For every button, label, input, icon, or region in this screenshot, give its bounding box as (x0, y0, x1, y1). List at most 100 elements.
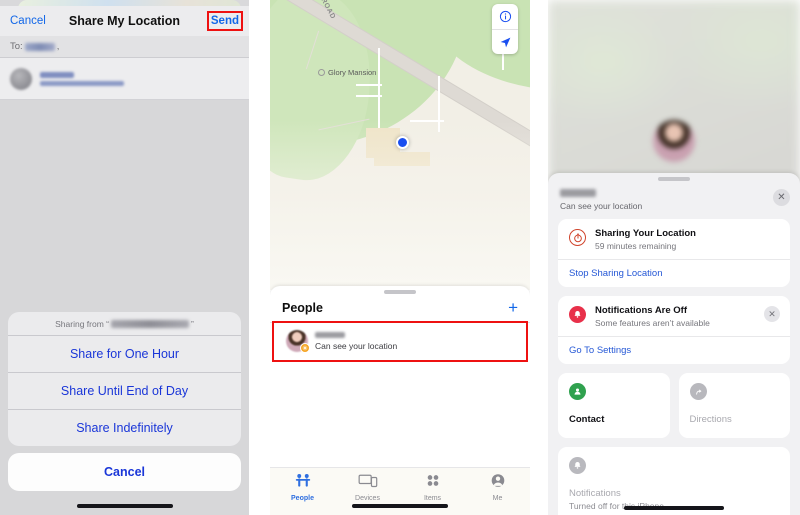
contact-person-icon (569, 383, 586, 400)
close-icon[interactable]: ✕ (773, 189, 790, 206)
tab-me[interactable]: Me (465, 473, 530, 502)
notifications-label: Notifications (569, 488, 621, 499)
people-title: People (282, 300, 323, 315)
add-person-button[interactable]: + (508, 299, 518, 316)
share-location-navbar: Cancel Share My Location Send (0, 6, 249, 36)
locate-arrow-icon (500, 37, 510, 47)
location-glyph-icon (302, 345, 308, 351)
sharing-location-text: Sharing Your Location 59 minutes remaini… (595, 228, 696, 251)
person-status: Can see your location (560, 201, 643, 211)
action-sheet-header: Sharing from “ ” (8, 312, 241, 336)
list-item-person[interactable]: Can see your location (272, 321, 528, 362)
directions-arrow-icon (689, 383, 707, 400)
notifications-off-text: Notifications Are Off Some features aren… (595, 305, 710, 328)
action-sheet-cancel-button[interactable]: Cancel (8, 453, 241, 491)
avatar (653, 120, 695, 162)
to-label: To: (10, 41, 23, 52)
tab-people-label: People (291, 495, 314, 502)
action-sheet-group: Sharing from “ ” Share for One Hour Shar… (8, 312, 241, 446)
notifications-settings-card[interactable]: Notifications Turned off for this iPhone (558, 447, 790, 515)
bell-outline-icon (569, 457, 586, 474)
tab-me-label: Me (492, 495, 503, 502)
directions-tile-label: Directions (689, 414, 732, 425)
detail-header: Can see your location ✕ (548, 181, 800, 219)
me-icon (491, 474, 504, 487)
person-name-redacted (315, 331, 345, 338)
contact-text-redacted (40, 71, 124, 86)
tab-items-label: Items (423, 495, 442, 502)
share-end-of-day-option[interactable]: Share Until End of Day (8, 373, 241, 410)
stop-sharing-location-button[interactable]: Stop Sharing Location (558, 259, 790, 287)
share-one-hour-option[interactable]: Share for One Hour (8, 336, 241, 373)
home-indicator (624, 506, 724, 510)
home-indicator (352, 504, 448, 508)
poi-marker-icon (318, 69, 325, 76)
map-street-2 (356, 84, 382, 86)
contact-detail-redacted (40, 80, 124, 86)
directions-tile[interactable]: Directions (678, 373, 790, 438)
stopwatch-icon (569, 229, 586, 246)
sharing-location-title: Sharing Your Location (595, 228, 696, 239)
recipient-token-redacted (24, 42, 55, 51)
tab-devices[interactable]: Devices (335, 473, 400, 502)
map-poi-glory-mansion[interactable]: Glory Mansion (318, 68, 376, 77)
shared-location-badge-icon (300, 343, 310, 353)
panel-share-my-location: Cancel Share My Location Send To: , Shar… (0, 0, 249, 515)
contact-suggestion-row[interactable] (0, 58, 249, 100)
send-button[interactable]: Send (206, 11, 244, 31)
detail-sheet: Can see your location ✕ Sharing Your Loc… (548, 173, 800, 515)
action-tiles: Contact Directions (558, 373, 790, 438)
bell-icon (569, 306, 586, 323)
go-to-settings-button[interactable]: Go To Settings (558, 336, 790, 364)
sharing-location-subtitle: 59 minutes remaining (595, 241, 677, 251)
people-icon (295, 474, 310, 487)
map-controls (492, 4, 518, 54)
map-locate-button[interactable] (492, 29, 518, 54)
user-location-dot (396, 136, 409, 149)
recipient-field[interactable]: To: , (0, 36, 249, 58)
contact-tile-label: Contact (569, 414, 605, 425)
notifications-off-row: Notifications Are Off Some features aren… (558, 296, 790, 336)
sharing-location-card: Sharing Your Location 59 minutes remaini… (558, 219, 790, 287)
person-text: Can see your location (315, 331, 398, 351)
info-icon (499, 10, 511, 23)
contact-tile[interactable]: Contact (558, 373, 670, 438)
map-view[interactable]: F ROAD Glory Mansion (270, 0, 530, 290)
arrow-turn-glyph (695, 389, 701, 395)
bell-glyph (574, 310, 581, 318)
avatar (10, 67, 32, 90)
bell-outline-glyph (574, 461, 581, 469)
share-indefinitely-option[interactable]: Share Indefinitely (8, 410, 241, 446)
map-street-1 (378, 48, 380, 128)
notifications-off-subtitle: Some features aren’t available (595, 318, 710, 328)
tab-people[interactable]: People (270, 473, 335, 502)
dismiss-notification-close-icon[interactable]: ✕ (764, 306, 780, 322)
map-info-button[interactable] (492, 4, 518, 29)
sharing-from-suffix: ” (191, 319, 194, 329)
share-location-sheet: Cancel Share My Location Send To: , Shar… (0, 6, 249, 515)
person-name-redacted (560, 189, 596, 197)
stopwatch-glyph (573, 233, 582, 242)
sharing-from-prefix: Sharing from “ (55, 319, 109, 329)
person-status: Can see your location (315, 340, 398, 351)
cancel-button[interactable]: Cancel (10, 15, 46, 27)
panel-person-detail: Can see your location ✕ Sharing Your Loc… (548, 0, 800, 515)
sharing-from-account-redacted (111, 320, 189, 328)
contact-name-redacted (40, 71, 74, 78)
share-duration-action-sheet: Sharing from “ ” Share for One Hour Shar… (8, 312, 241, 491)
panel-find-my-map: F ROAD Glory Mansion People + Can see yo… (270, 0, 530, 515)
avatar-wrapper (286, 330, 310, 353)
home-indicator (76, 504, 173, 508)
tab-devices-label: Devices (355, 495, 380, 502)
map-street-3 (356, 95, 382, 97)
sharing-location-row: Sharing Your Location 59 minutes remaini… (558, 219, 790, 259)
poi-label: Glory Mansion (328, 68, 377, 77)
items-icon (427, 475, 438, 486)
people-header: People + (270, 294, 530, 323)
screenshot-root: Cancel Share My Location Send To: , Shar… (0, 0, 800, 515)
notifications-off-title: Notifications Are Off (595, 305, 688, 316)
tab-items[interactable]: Items (400, 473, 465, 502)
person-glyph (574, 388, 581, 395)
notifications-off-card: Notifications Are Off Some features aren… (558, 296, 790, 364)
recipient-value: , (56, 41, 60, 52)
